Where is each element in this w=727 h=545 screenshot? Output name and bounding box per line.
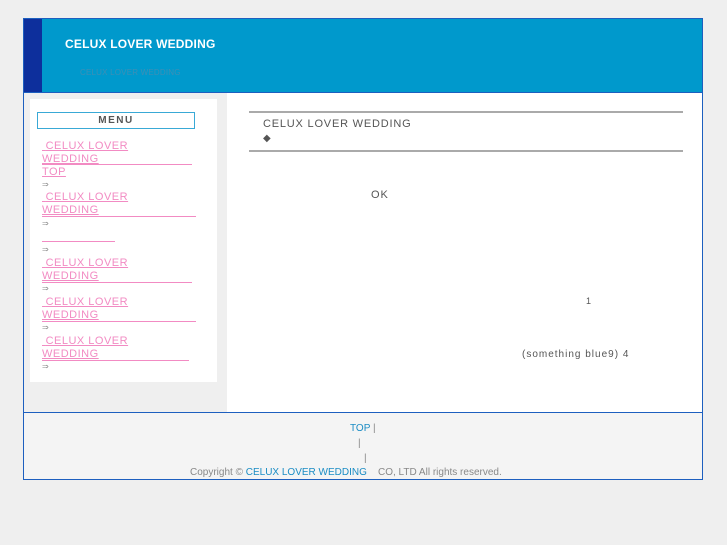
diamond-icon: ◆	[263, 133, 271, 144]
footer-separator: |	[358, 438, 361, 449]
menu-item-label: WEDDING	[42, 309, 99, 321]
menu-item-underline	[42, 164, 192, 165]
menu-item-2[interactable]: CELUX LOVER WEDDING	[42, 191, 128, 217]
menu-item-label: CELUX LOVER	[45, 140, 129, 152]
arrow-icon: ⇒	[42, 362, 49, 371]
company-link[interactable]: CELUX LOVER WEDDING	[246, 467, 367, 478]
body-text-something-blue: (something blue9) 4	[522, 349, 630, 360]
heading-rule-bottom	[249, 150, 683, 152]
menu-item-label: WEDDING	[42, 270, 99, 282]
site-footer: TOP | | | Copyright © CELUX LOVER WEDDIN…	[24, 413, 702, 479]
menu-item-top[interactable]: CELUX LOVER WEDDING TOP	[42, 140, 128, 179]
menu-item-underline	[42, 282, 192, 283]
heading-rule-top	[249, 111, 683, 113]
menu-item-underline	[42, 360, 189, 361]
copyright-suffix: CO, LTD All rights reserved.	[378, 467, 502, 478]
arrow-icon: ⇒	[42, 180, 49, 189]
menu-item-6[interactable]: CELUX LOVER WEDDING	[42, 335, 128, 361]
arrow-icon: ⇒	[42, 284, 49, 293]
menu-item-underline	[42, 321, 196, 322]
menu-item-label: CELUX LOVER	[45, 335, 129, 347]
header-accent-stripe	[24, 19, 42, 93]
menu-heading: MENU	[37, 112, 195, 129]
body-text-number: 1	[586, 296, 592, 306]
site-subtitle: CELUX LOVER WEDDING	[80, 68, 181, 77]
footer-separator: |	[364, 453, 367, 464]
footer-top-link[interactable]: TOP	[350, 423, 370, 434]
menu-item-label: CELUX LOVER	[45, 257, 129, 269]
site-header: CELUX LOVER WEDDING CELUX LOVER WEDDING	[24, 19, 702, 93]
footer-separator: |	[372, 423, 376, 434]
body-text-ok: OK	[371, 189, 389, 201]
page-title: CELUX LOVER WEDDING	[263, 118, 412, 130]
arrow-icon: ⇒	[42, 245, 49, 254]
copyright-prefix: Copyright ©	[190, 467, 243, 478]
menu-item-label: TOP	[42, 166, 66, 178]
menu-item-underline	[42, 216, 196, 217]
menu-item-label: CELUX LOVER	[45, 191, 129, 203]
menu-item-5[interactable]: CELUX LOVER WEDDING	[42, 296, 128, 322]
menu-item-label: WEDDING	[42, 348, 99, 360]
arrow-icon: ⇒	[42, 323, 49, 332]
copyright: Copyright © CELUX LOVER WEDDING CO, LTD …	[190, 467, 502, 478]
arrow-icon: ⇒	[42, 219, 49, 228]
page-frame: CELUX LOVER WEDDING CELUX LOVER WEDDING …	[23, 18, 703, 480]
menu-item-3-link[interactable]	[42, 241, 115, 242]
footer-nav-top: TOP |	[350, 423, 376, 434]
site-title[interactable]: CELUX LOVER WEDDING	[65, 37, 215, 51]
menu-item-4[interactable]: CELUX LOVER WEDDING	[42, 257, 128, 283]
menu-item-label: CELUX LOVER	[45, 296, 129, 308]
menu-item-label: WEDDING	[42, 204, 99, 216]
